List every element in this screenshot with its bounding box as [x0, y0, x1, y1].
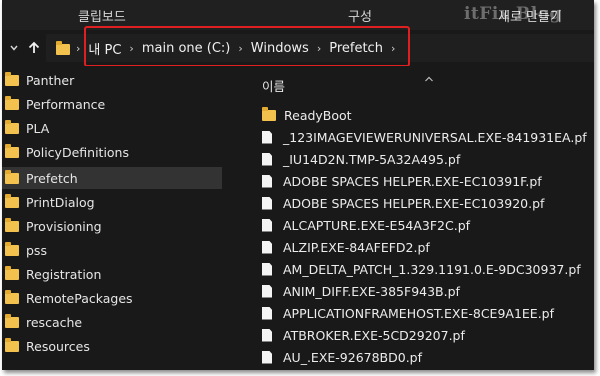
file-explorer-window: 클립보드 구성 새로 만들기 itFix Blog › 내 PC › main …	[2, 0, 594, 370]
sidebar-item-resources[interactable]: Resources	[2, 335, 222, 357]
folder-icon	[262, 107, 276, 121]
sidebar-item-remotepackages[interactable]: RemotePackages	[2, 287, 222, 309]
file-icon	[262, 240, 272, 254]
list-item[interactable]: ANIM_DIFF.EXE-385F943B.pf	[262, 280, 460, 302]
file-icon	[262, 218, 272, 232]
file-name: _123IMAGEVIEWERUNIVERSAL.EXE-841931EA.pf	[283, 129, 587, 145]
folder-icon	[5, 218, 19, 232]
sidebar-item-prefetch[interactable]: Prefetch	[2, 167, 222, 189]
list-item[interactable]: _123IMAGEVIEWERUNIVERSAL.EXE-841931EA.pf	[262, 126, 587, 148]
sidebar-item-label: Prefetch	[26, 170, 78, 186]
watermark-text: itFix Blog	[464, 4, 562, 24]
folder-icon	[5, 194, 19, 208]
file-name: ALCAPTURE.EXE-E54A3F2C.pf	[283, 217, 471, 233]
sort-up-icon[interactable]	[424, 68, 434, 87]
file-icon	[262, 350, 272, 364]
file-name: ADOBE SPACES HELPER.EXE-EC103920.pf	[283, 195, 545, 211]
file-icon	[262, 174, 272, 188]
sidebar-item-performance[interactable]: Performance	[2, 93, 222, 115]
sidebar-item-printdialog[interactable]: PrintDialog	[2, 191, 222, 213]
sidebar-item-label: PrintDialog	[26, 194, 95, 210]
folder-icon	[5, 266, 19, 280]
list-item[interactable]: ALCAPTURE.EXE-E54A3F2C.pf	[262, 214, 470, 236]
file-icon	[262, 196, 272, 210]
sidebar-item-label: PolicyDefinitions	[26, 144, 129, 160]
file-name: ATBROKER.EXE-5CD29207.pf	[283, 327, 465, 343]
file-name: APPLICATIONFRAMEHOST.EXE-8CE9A1EE.pf	[283, 305, 555, 321]
sidebar-item-rescache[interactable]: rescache	[2, 311, 222, 333]
list-item[interactable]: ADOBE SPACES HELPER.EXE-EC10391F.pf	[262, 170, 542, 192]
folder-icon	[5, 120, 19, 134]
folder-icon	[5, 314, 19, 328]
list-item[interactable]: APPLICATIONFRAMEHOST.EXE-8CE9A1EE.pf	[262, 302, 554, 324]
column-header-name[interactable]: 이름	[262, 76, 285, 95]
file-icon	[262, 262, 272, 276]
list-item[interactable]: AM_DELTA_PATCH_1.329.1191.0.E-9DC30937.p…	[262, 258, 581, 280]
sidebar-item-registration[interactable]: Registration	[2, 263, 222, 285]
sidebar-item-label: pss	[26, 242, 47, 258]
file-icon	[262, 152, 272, 166]
file-name: ADOBE SPACES HELPER.EXE-EC10391F.pf	[283, 173, 542, 189]
list-item[interactable]: AU_.EXE-92678BD0.pf	[262, 346, 422, 368]
file-name: AM_DELTA_PATCH_1.329.1191.0.E-9DC30937.p…	[283, 261, 581, 277]
file-name: ANIM_DIFF.EXE-385F943B.pf	[283, 283, 460, 299]
list-item[interactable]: ReadyBoot	[262, 104, 352, 126]
up-arrow-icon[interactable]	[24, 38, 44, 58]
list-item[interactable]: ATBROKER.EXE-5CD29207.pf	[262, 324, 465, 346]
file-name: AU_.EXE-92678BD0.pf	[283, 349, 423, 365]
sidebar-item-policydefinitions[interactable]: PolicyDefinitions	[2, 141, 222, 163]
folder-icon	[5, 242, 19, 256]
list-item[interactable]: ADOBE SPACES HELPER.EXE-EC103920.pf	[262, 192, 544, 214]
list-item[interactable]: ALZIP.EXE-84AFEFD2.pf	[262, 236, 430, 258]
file-name: ALZIP.EXE-84AFEFD2.pf	[283, 239, 430, 255]
sidebar-item-label: Registration	[26, 266, 102, 282]
folder-icon	[5, 144, 19, 158]
file-icon	[262, 284, 272, 298]
sidebar-item-label: RemotePackages	[26, 290, 133, 306]
ribbon-organize-label: 구성	[348, 10, 372, 25]
folder-icon	[5, 96, 19, 110]
file-icon	[262, 130, 272, 144]
navigation-pane: Panther Performance PLA PolicyDefinition…	[2, 66, 224, 370]
folder-icon	[5, 72, 19, 86]
folder-icon	[5, 170, 19, 184]
file-list-pane: 이름 ReadyBoot _123IMAGEVIEWERUNIVERSAL.EX…	[224, 66, 594, 370]
sidebar-item-label: PLA	[26, 120, 50, 136]
folder-icon	[56, 41, 70, 55]
sidebar-item-label: Resources	[26, 338, 90, 354]
list-item[interactable]: _IU14D2N.TMP-5A32A495.pf	[262, 148, 460, 170]
recent-locations-chevron-icon[interactable]	[4, 38, 24, 58]
sidebar-item-label: Panther	[26, 72, 75, 88]
folder-icon	[5, 338, 19, 352]
sidebar-item-label: rescache	[26, 314, 83, 330]
file-name: _IU14D2N.TMP-5A32A495.pf	[283, 151, 461, 167]
sidebar-item-label: Performance	[26, 96, 106, 112]
sidebar-item-provisioning[interactable]: Provisioning	[2, 215, 222, 237]
file-name: ReadyBoot	[284, 107, 352, 123]
file-icon	[262, 328, 272, 342]
sidebar-item-pla[interactable]: PLA	[2, 117, 222, 139]
ribbon-clipboard-label: 클립보드	[78, 10, 126, 25]
sidebar-item-label: Provisioning	[26, 218, 102, 234]
sidebar-item-pss[interactable]: pss	[2, 239, 222, 261]
sidebar-item-panther[interactable]: Panther	[2, 69, 222, 91]
chevron-right-icon[interactable]: ›	[76, 42, 80, 55]
folder-icon	[5, 290, 19, 304]
address-highlight-box	[84, 26, 410, 67]
file-icon	[262, 306, 272, 320]
